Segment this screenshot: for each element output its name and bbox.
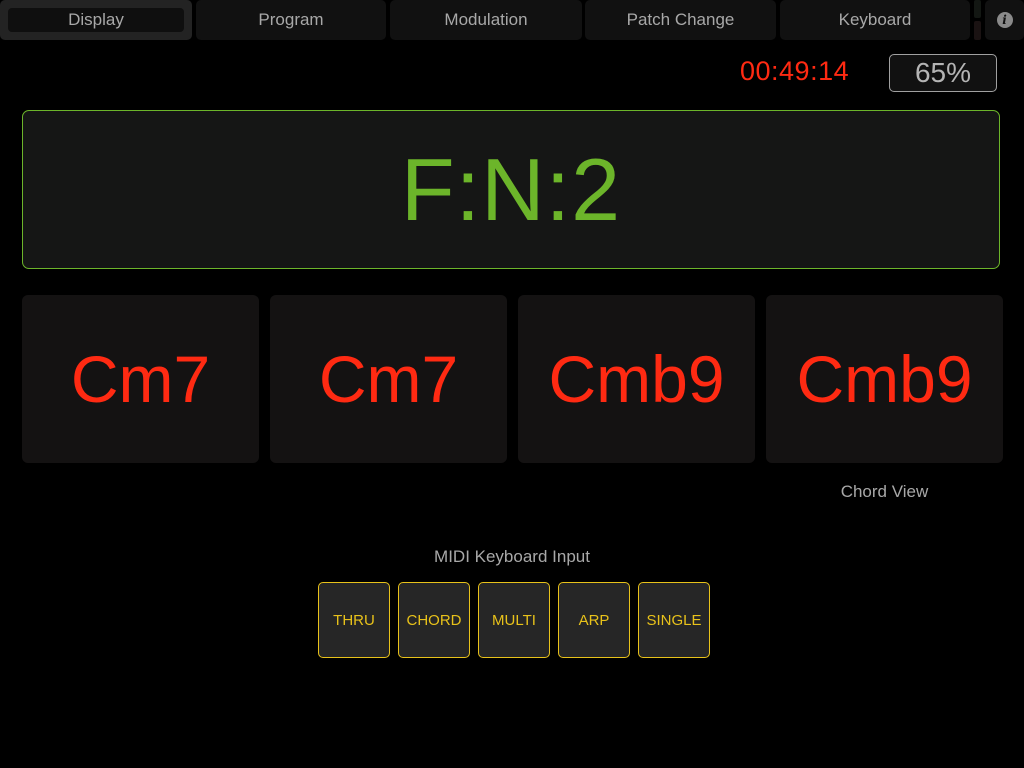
- chord-view-label: Chord View: [840, 482, 929, 501]
- mode-button-single[interactable]: SINGLE: [638, 582, 710, 658]
- level-meter-top-segment: [974, 0, 981, 18]
- chord-label: Cmb9: [796, 342, 973, 416]
- info-icon: i: [996, 12, 1013, 28]
- mode-button-chord[interactable]: CHORD: [398, 582, 470, 658]
- tab-display[interactable]: Display: [0, 0, 192, 40]
- mode-button-thru[interactable]: THRU: [318, 582, 390, 658]
- tab-program[interactable]: Program: [196, 0, 386, 40]
- mode-label: ARP: [578, 611, 610, 629]
- midi-input-label: MIDI Keyboard Input: [434, 547, 590, 566]
- tab-keyboard[interactable]: Keyboard: [780, 0, 970, 40]
- level-meter: [974, 0, 981, 40]
- tab-label: Display: [68, 10, 124, 29]
- elapsed-timer: 00:49:14: [740, 56, 850, 86]
- tab-patch-change[interactable]: Patch Change: [585, 0, 776, 40]
- chord-label: Cmb9: [548, 342, 725, 416]
- main-display-text: F:N:2: [400, 139, 622, 239]
- tab-label: Keyboard: [838, 10, 912, 29]
- tab-label: Patch Change: [626, 10, 735, 29]
- chord-card[interactable]: Cm7: [22, 295, 259, 463]
- chord-label: Cm7: [318, 342, 459, 416]
- mode-label: SINGLE: [646, 611, 702, 629]
- tab-label: Modulation: [444, 10, 528, 29]
- tab-modulation[interactable]: Modulation: [390, 0, 582, 40]
- main-display-panel: F:N:2: [22, 110, 1000, 269]
- chord-card[interactable]: Cmb9: [518, 295, 755, 463]
- percent-value: 65%: [914, 57, 972, 88]
- chord-card[interactable]: Cm7: [270, 295, 507, 463]
- chord-label: Cm7: [70, 342, 211, 416]
- mode-button-multi[interactable]: MULTI: [478, 582, 550, 658]
- info-button[interactable]: i: [985, 0, 1024, 40]
- mode-label: MULTI: [492, 611, 536, 629]
- chord-card[interactable]: Cmb9: [766, 295, 1003, 463]
- tab-label: Program: [258, 10, 324, 29]
- mode-label: THRU: [333, 611, 375, 629]
- tab-bar: Display Program Modulation Patch Change …: [0, 0, 1024, 40]
- mode-label: CHORD: [406, 611, 462, 629]
- level-meter-bottom-segment: [974, 21, 981, 40]
- mode-button-arp[interactable]: ARP: [558, 582, 630, 658]
- percent-readout[interactable]: 65%: [889, 54, 997, 92]
